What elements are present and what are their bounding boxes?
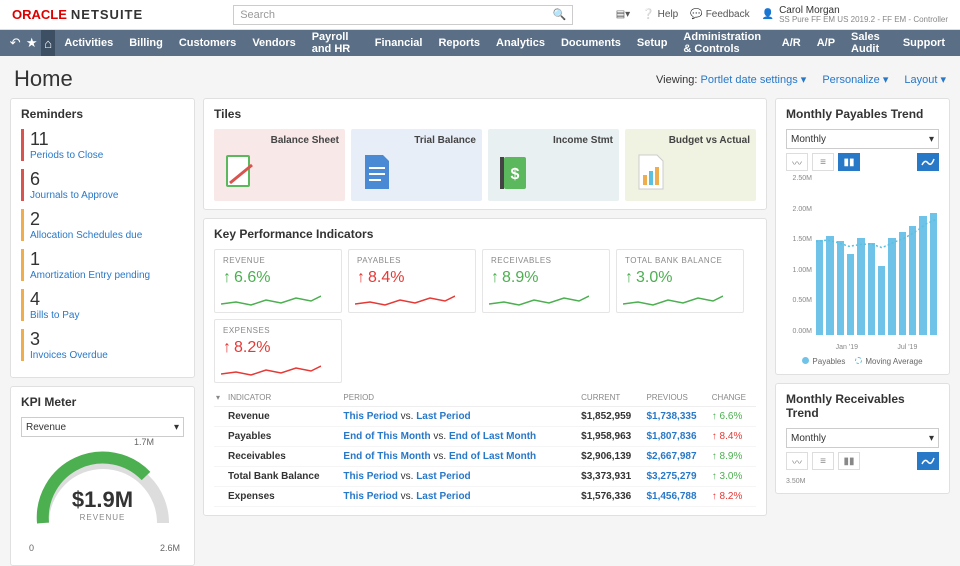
svg-text:$: $ [511, 166, 520, 183]
receivables-period-select[interactable]: Monthly▾ [786, 428, 939, 448]
payables-period-select[interactable]: Monthly▾ [786, 129, 939, 149]
reminder-item[interactable]: 3Invoices Overdue [21, 329, 184, 361]
avatar-icon: 👤 [762, 9, 774, 20]
nav-customers[interactable]: Customers [172, 30, 243, 56]
kpi-meter-title: KPI Meter [21, 395, 184, 409]
chart-refresh-icon[interactable] [917, 153, 939, 171]
kpi-tile[interactable]: TOTAL BANK BALANCE↑ 3.0% [616, 249, 744, 313]
chart-type-list-icon[interactable]: ≡ [812, 153, 834, 171]
chart-type-bar-icon[interactable]: ▮▮ [838, 153, 860, 171]
kpi-tile[interactable]: PAYABLES↑ 8.4% [348, 249, 476, 313]
gauge-mid: 1.7M [134, 437, 154, 447]
tiles-card: Tiles Balance Sheet Trial Balance Income… [203, 98, 767, 210]
nav-star-icon[interactable]: ★ [24, 30, 38, 56]
nav-sales-audit[interactable]: Sales Audit [844, 30, 894, 56]
table-row[interactable]: ExpensesThis Period vs. Last Period$1,57… [214, 487, 756, 507]
tiles-title: Tiles [214, 107, 756, 121]
viewing-control[interactable]: Viewing: Portlet date settings ▾ [656, 73, 806, 86]
logo[interactable]: ORACLE NETSUITE [12, 7, 143, 22]
nav-vendors[interactable]: Vendors [245, 30, 302, 56]
nav-setup[interactable]: Setup [630, 30, 675, 56]
nav-admin[interactable]: Administration & Controls [676, 30, 772, 56]
main-nav: ↶ ★ ⌂ Activities Billing Customers Vendo… [0, 30, 960, 56]
help-link[interactable]: ❔Help [642, 9, 678, 20]
nav-home-icon[interactable]: ⌂ [41, 30, 55, 56]
table-row[interactable]: RevenueThis Period vs. Last Period$1,852… [214, 407, 756, 427]
kpi-tile[interactable]: REVENUE↑ 6.6% [214, 249, 342, 313]
nav-activities[interactable]: Activities [57, 30, 120, 56]
receivables-trend-card: Monthly Receivables Trend Monthly▾ 〰 ≡ ▮… [775, 383, 950, 494]
user-menu[interactable]: 👤 Carol Morgan SS Pure FF EM US 2019.2 -… [762, 5, 948, 25]
reminders-card: Reminders 11Periods to Close 6Journals to… [10, 98, 195, 378]
nav-reports[interactable]: Reports [431, 30, 487, 56]
table-row[interactable]: Total Bank BalanceThis Period vs. Last P… [214, 467, 756, 487]
logo-oracle: ORACLE [12, 7, 67, 22]
nav-documents[interactable]: Documents [554, 30, 628, 56]
layout-link[interactable]: Layout ▾ [904, 73, 946, 86]
reminder-item[interactable]: 11Periods to Close [21, 129, 184, 161]
kpi-card: Key Performance Indicators REVENUE↑ 6.6%… [203, 218, 767, 516]
chart-type-bar-icon[interactable]: ▮▮ [838, 452, 860, 470]
user-name: Carol Morgan [779, 5, 948, 16]
kpi-title: Key Performance Indicators [214, 227, 756, 241]
search-icon[interactable]: 🔍 [552, 8, 566, 21]
reminder-item[interactable]: 1Amortization Entry pending [21, 249, 184, 281]
gauge-max: 2.6M [160, 543, 180, 553]
user-role: SS Pure FF EM US 2019.2 - FF EM - Contro… [779, 16, 948, 25]
nav-payroll[interactable]: Payroll and HR [305, 30, 366, 56]
receivables-ylabel: 3.50M [786, 474, 939, 485]
nav-support[interactable]: Support [896, 30, 952, 56]
tile-trial-balance[interactable]: Trial Balance [351, 129, 482, 201]
payables-trend-card: Monthly Payables Trend Monthly▾ 〰 ≡ ▮▮ 2… [775, 98, 950, 375]
chart-type-list-icon[interactable]: ≡ [812, 452, 834, 470]
nav-ar[interactable]: A/R [775, 30, 808, 56]
chart-type-area-icon[interactable]: 〰 [786, 452, 808, 470]
chart-refresh-icon[interactable] [917, 452, 939, 470]
chart-type-area-icon[interactable]: 〰 [786, 153, 808, 171]
gauge: $1.9M REVENUE 0 1.7M 2.6M [21, 437, 184, 557]
logo-netsuite: NETSUITE [71, 7, 143, 22]
reminder-item[interactable]: 4Bills to Pay [21, 289, 184, 321]
feedback-link[interactable]: 💬Feedback [690, 9, 749, 20]
reminders-title: Reminders [21, 107, 184, 121]
table-row[interactable]: PayablesEnd of This Month vs. End of Las… [214, 427, 756, 447]
kpi-meter-select[interactable]: Revenue▾ [21, 417, 184, 437]
tile-balance-sheet[interactable]: Balance Sheet [214, 129, 345, 201]
search-input[interactable]: Search 🔍 [233, 5, 573, 25]
nav-financial[interactable]: Financial [368, 30, 430, 56]
table-row[interactable]: ReceivablesEnd of This Month vs. End of … [214, 447, 756, 467]
page-title: Home [14, 66, 73, 92]
kpi-tile[interactable]: RECEIVABLES↑ 8.9% [482, 249, 610, 313]
kpi-meter-card: KPI Meter Revenue▾ $1.9M REVENUE 0 1.7M … [10, 386, 195, 566]
tile-income-stmt[interactable]: Income Stmt$ [488, 129, 619, 201]
tile-budget-vs-actual[interactable]: Budget vs Actual [625, 129, 756, 201]
receivables-trend-title: Monthly Receivables Trend [786, 392, 939, 420]
nav-ap[interactable]: A/P [810, 30, 842, 56]
gauge-min: 0 [29, 543, 34, 553]
nav-billing[interactable]: Billing [122, 30, 170, 56]
kpi-tile[interactable]: EXPENSES↑ 8.2% [214, 319, 342, 383]
kpi-table: ▾ INDICATOR PERIOD CURRENT PREVIOUS CHAN… [214, 389, 756, 507]
payables-bar-chart: 2.50M2.00M1.50M1.00M0.50M0.00M Jan '19Ju… [786, 175, 939, 355]
personalize-link[interactable]: Personalize ▾ [822, 73, 888, 86]
search-placeholder: Search [240, 9, 275, 21]
payables-trend-title: Monthly Payables Trend [786, 107, 939, 121]
nav-analytics[interactable]: Analytics [489, 30, 552, 56]
reminder-item[interactable]: 6Journals to Approve [21, 169, 184, 201]
reminder-item[interactable]: 2Allocation Schedules due [21, 209, 184, 241]
app-header: ORACLE NETSUITE Search 🔍 ▤▾ ❔Help 💬Feedb… [0, 0, 960, 30]
nav-back-icon[interactable]: ↶ [8, 30, 22, 56]
apps-icon[interactable]: ▤▾ [616, 9, 630, 20]
